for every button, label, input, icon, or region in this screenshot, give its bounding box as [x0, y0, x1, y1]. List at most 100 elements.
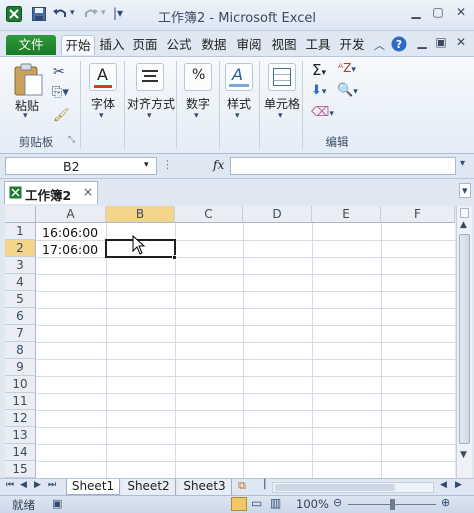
format-painter-icon[interactable]: 🖌: [53, 108, 70, 123]
formula-bar-grip-icon[interactable]: ⋮: [162, 158, 173, 171]
select-all-corner[interactable]: [5, 206, 36, 223]
row-header[interactable]: 6: [5, 308, 36, 325]
tab-data[interactable]: 数据: [198, 35, 230, 55]
zoom-level[interactable]: 100%: [296, 497, 329, 511]
column-header-d[interactable]: D: [243, 206, 312, 223]
row-header[interactable]: 3: [5, 257, 36, 274]
copy-icon[interactable]: ⎘▾: [52, 85, 69, 100]
number-dropdown-icon[interactable]: ▾: [194, 111, 199, 121]
prev-sheet-icon[interactable]: ◀: [20, 480, 27, 490]
fill-icon[interactable]: ⬇▾: [311, 83, 326, 98]
workbook-list-dropdown-icon[interactable]: ▾: [459, 183, 471, 198]
insert-function-icon[interactable]: fx: [213, 158, 224, 172]
alignment-icon[interactable]: [136, 63, 164, 91]
next-sheet-icon[interactable]: ▶: [34, 480, 41, 490]
row-header[interactable]: 1: [5, 223, 36, 240]
normal-view-icon[interactable]: [231, 497, 247, 511]
tab-home[interactable]: 开始: [61, 35, 95, 55]
page-layout-view-icon[interactable]: ▭: [251, 496, 262, 510]
alignment-button[interactable]: 对齐方式: [126, 95, 176, 112]
page-break-view-icon[interactable]: ▥: [270, 496, 281, 510]
insert-sheet-icon[interactable]: ⧉: [238, 479, 246, 493]
tab-view[interactable]: 视图: [268, 35, 300, 55]
close-icon[interactable]: ✕: [450, 5, 472, 23]
row-header[interactable]: 13: [5, 427, 36, 444]
styles-dropdown-icon[interactable]: ▾: [235, 111, 240, 121]
column-header-f[interactable]: F: [381, 206, 455, 223]
cell-a2[interactable]: 17:06:00: [42, 242, 98, 257]
name-box[interactable]: B2 ▾: [5, 157, 157, 175]
row-header[interactable]: 7: [5, 325, 36, 342]
tab-page-layout[interactable]: 页面: [130, 35, 160, 55]
minimize-icon[interactable]: ▁: [405, 5, 427, 23]
last-sheet-icon[interactable]: ⏭: [48, 480, 56, 490]
workbook-tab[interactable]: 工作簿2 ×: [4, 181, 98, 204]
scroll-thumb[interactable]: [459, 234, 470, 444]
scroll-left-icon[interactable]: ◀: [440, 480, 447, 490]
name-box-dropdown-icon[interactable]: ▾: [144, 160, 149, 170]
split-box[interactable]: [460, 208, 469, 218]
doc-restore-icon[interactable]: ▣: [430, 35, 452, 53]
row-header[interactable]: 14: [5, 444, 36, 461]
alignment-dropdown-icon[interactable]: ▾: [147, 111, 152, 121]
row-header[interactable]: 4: [5, 274, 36, 291]
cut-icon[interactable]: ✂: [53, 64, 65, 80]
doc-close-icon[interactable]: ✕: [450, 35, 472, 53]
scroll-down-icon[interactable]: ▼: [460, 450, 467, 460]
tab-formulas[interactable]: 公式: [163, 35, 195, 55]
row-header[interactable]: 12: [5, 410, 36, 427]
macro-record-icon[interactable]: ▣: [52, 497, 62, 510]
sheet-tab-sheet3[interactable]: Sheet3: [178, 479, 232, 495]
row-header[interactable]: 10: [5, 376, 36, 393]
autosum-icon[interactable]: Σ▾: [312, 61, 326, 79]
tab-insert[interactable]: 插入: [97, 35, 127, 55]
clear-icon[interactable]: ⌫▾: [311, 105, 334, 120]
zoom-slider-thumb[interactable]: [390, 499, 395, 510]
column-header-a[interactable]: A: [36, 206, 106, 223]
zoom-out-icon[interactable]: ⊖: [333, 496, 342, 509]
expand-formula-bar-icon[interactable]: ▾: [460, 158, 465, 169]
font-icon[interactable]: A: [89, 63, 117, 91]
first-sheet-icon[interactable]: ⏮: [6, 480, 14, 490]
horizontal-scroll-thumb[interactable]: [275, 484, 395, 491]
sort-filter-icon[interactable]: ᴬZ▾: [338, 61, 356, 75]
restore-icon[interactable]: ▢: [427, 5, 449, 23]
number-button[interactable]: 数字: [181, 95, 215, 112]
cells-button[interactable]: 单元格: [261, 95, 303, 112]
fill-handle[interactable]: [172, 255, 177, 260]
font-dropdown-icon[interactable]: ▾: [99, 111, 104, 121]
tab-review[interactable]: 审阅: [233, 35, 265, 55]
cells-icon[interactable]: [268, 63, 296, 91]
row-header[interactable]: 11: [5, 393, 36, 410]
font-button[interactable]: 字体: [86, 95, 120, 112]
zoom-in-icon[interactable]: ⊕: [441, 496, 450, 509]
styles-icon[interactable]: A: [225, 63, 253, 91]
column-header-e[interactable]: E: [312, 206, 381, 223]
column-header-b[interactable]: B: [106, 206, 175, 223]
tab-tools[interactable]: 工具: [302, 35, 334, 55]
row-header[interactable]: 2: [5, 240, 36, 257]
cells-dropdown-icon[interactable]: ▾: [278, 111, 283, 121]
sheet-tab-sheet1[interactable]: Sheet1: [66, 479, 120, 495]
clipboard-launcher-icon[interactable]: ⤡: [68, 135, 75, 145]
horizontal-scrollbar[interactable]: [272, 482, 434, 493]
worksheet-grid[interactable]: A B C D E F 1 2 3 4 5 6 7 8 9 10 11 12 1…: [5, 206, 455, 478]
styles-button[interactable]: 样式: [222, 95, 256, 112]
tab-developer[interactable]: 开发: [336, 35, 368, 55]
row-header[interactable]: 15: [5, 461, 36, 478]
scroll-right-icon[interactable]: ▶: [455, 480, 462, 490]
find-select-icon[interactable]: 🔍▾: [337, 83, 358, 98]
collapse-ribbon-icon[interactable]: ︿: [374, 37, 385, 53]
paste-dropdown-icon[interactable]: ▾: [23, 111, 28, 121]
paste-icon[interactable]: [12, 62, 44, 98]
workbook-close-icon[interactable]: ×: [83, 185, 93, 199]
tab-split-icon[interactable]: ┃: [262, 480, 267, 490]
vertical-scrollbar[interactable]: ▲ ▼: [456, 206, 472, 478]
help-icon[interactable]: ?: [391, 36, 407, 52]
scroll-up-icon[interactable]: ▲: [460, 220, 467, 230]
row-header[interactable]: 5: [5, 291, 36, 308]
sheet-tab-sheet2[interactable]: Sheet2: [122, 479, 176, 495]
cell-a1[interactable]: 16:06:00: [42, 225, 98, 240]
row-header[interactable]: 9: [5, 359, 36, 376]
row-header[interactable]: 8: [5, 342, 36, 359]
